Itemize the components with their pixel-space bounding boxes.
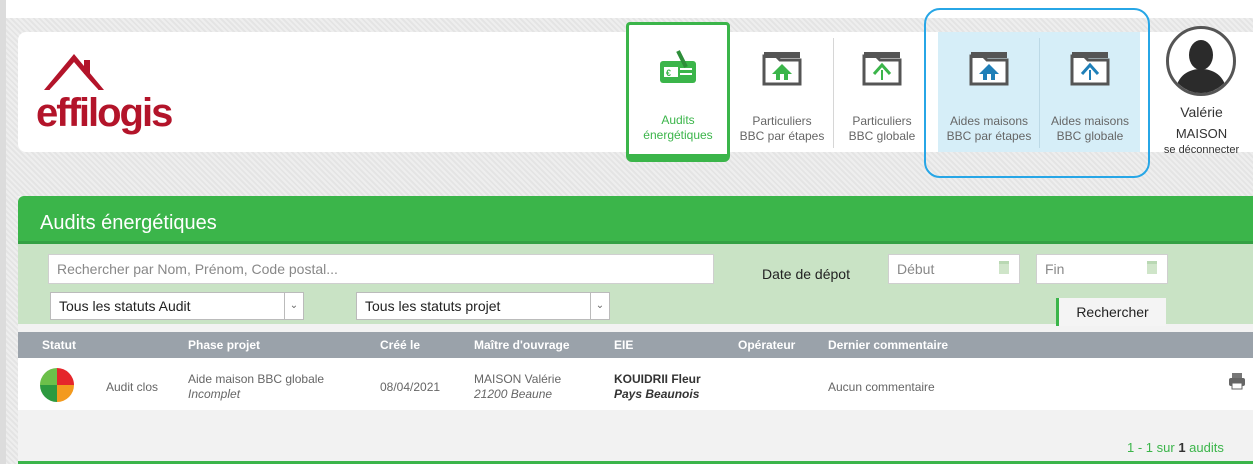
panel-title: Audits énergétiques xyxy=(40,212,217,234)
row-created: 08/04/2021 xyxy=(380,380,441,394)
row-phase: Aide maison BBC globale Incomplet xyxy=(188,372,325,401)
nav-particuliers-bbc-etapes[interactable]: Particuliers BBC par étapes xyxy=(732,32,832,152)
nav-particuliers-globale-label: Particuliers BBC globale xyxy=(848,114,916,143)
row-owner: MAISON Valérie 21200 Beaune xyxy=(474,372,562,401)
svg-text:€: € xyxy=(666,68,671,78)
chevron-down-icon: ⌄ xyxy=(284,293,303,319)
nav-audits-label: Audits énergétiques xyxy=(643,113,713,142)
date-label: Date de dépot xyxy=(762,266,850,282)
search-input[interactable]: Rechercher par Nom, Prénom, Code postal.… xyxy=(48,254,714,284)
row-comment: Aucun commentaire xyxy=(828,380,935,394)
start-date-input[interactable]: Début xyxy=(888,254,1020,284)
highlight-box xyxy=(924,8,1150,178)
user-name: Valérie MAISON xyxy=(1175,104,1228,141)
audits-panel: Audits énergétiques xyxy=(18,196,1253,464)
col-statut[interactable]: Statut xyxy=(42,338,76,352)
nav-audits-energetiques[interactable]: € Audits énergétiques xyxy=(626,22,730,162)
calendar-icon[interactable] xyxy=(1147,261,1157,274)
svg-text:effilogis: effilogis xyxy=(36,91,172,135)
folder-house-icon xyxy=(860,48,904,88)
table-row[interactable]: Audit clos Aide maison BBC globale Incom… xyxy=(18,358,1253,410)
row-status: Audit clos xyxy=(106,380,159,394)
chevron-down-icon: ⌄ xyxy=(590,293,609,319)
audit-status-select[interactable]: Tous les statuts Audit ⌄ xyxy=(50,292,304,320)
nav-particuliers-etapes-label: Particuliers BBC par étapes xyxy=(739,114,825,143)
search-button[interactable]: Rechercher xyxy=(1056,298,1166,326)
left-edge xyxy=(0,0,6,464)
col-created[interactable]: Créé le xyxy=(380,338,420,352)
print-icon[interactable] xyxy=(1228,372,1246,390)
col-eie[interactable]: EIE xyxy=(614,338,633,352)
project-status-select[interactable]: Tous les statuts projet ⌄ xyxy=(356,292,610,320)
nav-particuliers-bbc-globale[interactable]: Particuliers BBC globale xyxy=(836,32,928,152)
logout-link[interactable]: se déconnecter xyxy=(1150,144,1253,156)
row-eie: KOUIDRII Fleur Pays Beaunois xyxy=(614,372,701,401)
panel-header: Audits énergétiques xyxy=(18,196,1253,244)
table-header: Statut Phase projet Créé le Maître d'ouv… xyxy=(18,332,1253,358)
col-phase[interactable]: Phase projet xyxy=(188,338,260,352)
end-date-input[interactable]: Fin xyxy=(1036,254,1168,284)
folder-house-icon xyxy=(760,48,804,88)
user-silhouette-icon[interactable] xyxy=(1166,26,1236,96)
effilogis-logo[interactable]: effilogis xyxy=(36,46,206,136)
col-comment[interactable]: Dernier commentaire xyxy=(828,338,948,352)
pagination-summary: 1 - 1 sur 1 audits xyxy=(1127,440,1224,455)
col-owner[interactable]: Maître d'ouvrage xyxy=(474,338,570,352)
energy-audit-icon: € xyxy=(656,47,700,87)
col-operator[interactable]: Opérateur xyxy=(738,338,795,352)
nav-divider xyxy=(833,38,834,148)
status-pie-icon xyxy=(38,366,76,404)
calendar-icon[interactable] xyxy=(999,261,1009,274)
